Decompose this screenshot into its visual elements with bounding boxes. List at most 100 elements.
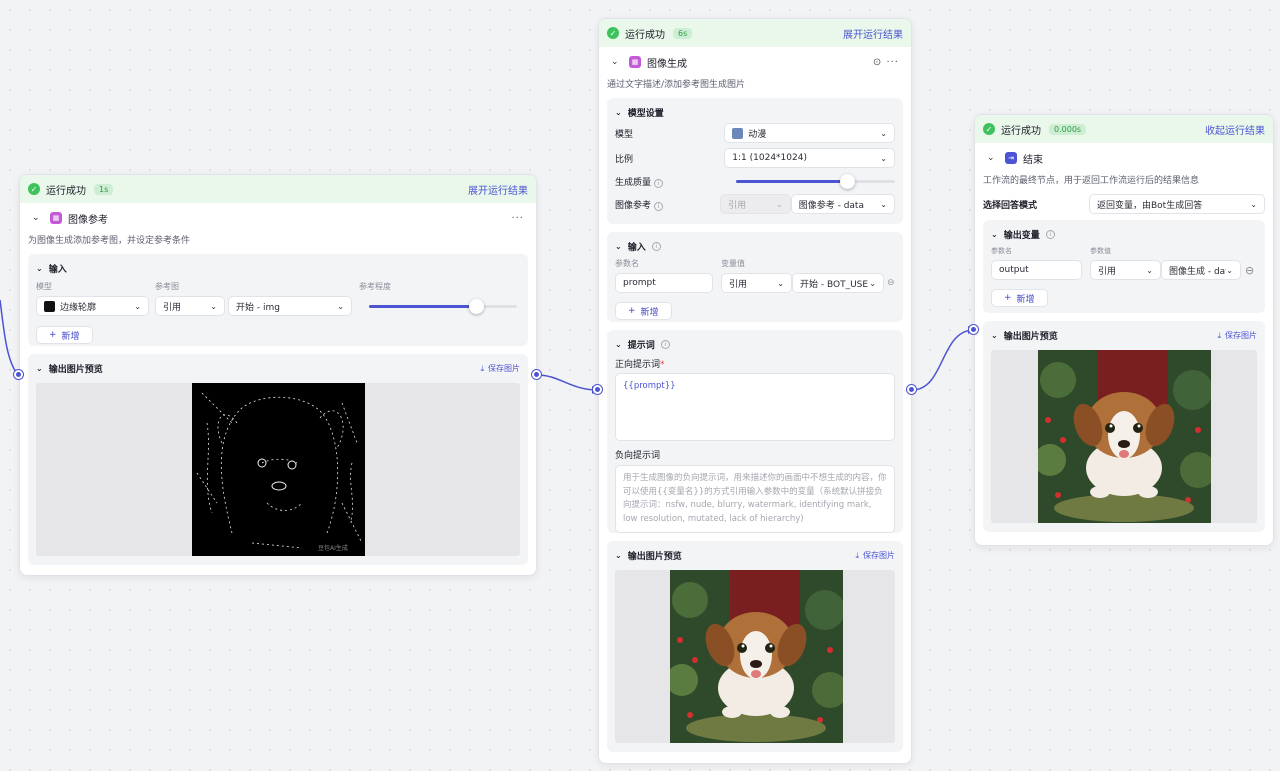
more-icon[interactable]: ··· [511, 213, 524, 224]
info-icon: i [651, 242, 661, 251]
node-image-reference[interactable]: ✓ 运行成功 1s 展开运行结果 ⌄ ▦ 图像参考 ··· 为图像生成添加参考图… [19, 174, 537, 576]
chevron-down-icon: ⌄ [337, 301, 344, 311]
save-image-button[interactable]: ⤓ 保存图片 [480, 363, 520, 374]
section-title-text: 输入 [48, 265, 67, 275]
model-select[interactable]: 边缘轮廓 ⌄ [36, 296, 149, 316]
add-input-button[interactable]: + 新增 [36, 326, 93, 344]
run-icon[interactable]: ⊙ [873, 57, 882, 68]
output-name-input[interactable]: output [991, 260, 1082, 280]
preview-section: ⌄ 输出图片预览 ⤓ 保存图片 [28, 354, 528, 565]
col-label-degree: 参考程度 [359, 282, 391, 291]
label-model: 模型 [615, 129, 634, 140]
add-output-button[interactable]: + 新增 [991, 289, 1048, 307]
label-image-ref-text: 图像参考 [615, 200, 652, 211]
quality-slider-fill [735, 180, 847, 183]
section-title: ⌄ 输出变量 i [991, 228, 1257, 241]
plus-icon: + [1004, 293, 1012, 303]
output-port[interactable] [532, 370, 541, 379]
model-select[interactable]: 动漫 ⌄ [724, 123, 895, 143]
remove-output-icon[interactable]: ⊖ [1245, 264, 1254, 277]
check-icon: ✓ [28, 183, 40, 195]
save-image-button[interactable]: ⤓ 保存图片 [855, 550, 895, 561]
section-title: ⌄ 模型设置 [615, 106, 895, 119]
label-quality-text: 生成质量 [615, 177, 652, 188]
chevron-down-icon[interactable]: ⌄ [615, 551, 622, 560]
output-value-select[interactable]: 图像生成 - data ⌄ [1161, 260, 1241, 280]
negative-prompt-input[interactable]: 用于生成图像的负向提示词，用来描述你的画面中不想生成的内容，你可以使用{{变量名… [615, 465, 895, 533]
chevron-down-icon[interactable]: ⌄ [32, 213, 46, 223]
image-preview [991, 350, 1257, 523]
param-value-select[interactable]: 开始 - BOT_USE ⌄ [792, 273, 884, 293]
toggle-result-link[interactable]: 收起运行结果 [1205, 122, 1265, 137]
image-generation-icon: ▦ [629, 56, 641, 68]
image-ref-type-select[interactable]: 引用 ⌄ [720, 194, 791, 214]
degree-slider[interactable] [369, 296, 517, 316]
image-ref-value-select[interactable]: 图像参考 - data ⌄ [790, 194, 895, 214]
col-label-name: 参数名 [991, 247, 1012, 255]
chevron-down-icon[interactable]: ⌄ [36, 364, 43, 373]
edge-map-image [192, 383, 365, 556]
chevron-down-icon[interactable]: ⌄ [611, 57, 625, 67]
chevron-down-icon[interactable]: ⌄ [615, 340, 622, 349]
chevron-down-icon: ⌄ [880, 128, 887, 138]
node-image-generation[interactable]: ✓ 运行成功 6s 展开运行结果 ⌄ ▦ 图像生成 ⊙ ··· 通过文字描述/添… [598, 18, 912, 764]
ref-type-value: 引用 [163, 302, 182, 313]
add-input-button[interactable]: + 新增 [615, 302, 672, 320]
ratio-select[interactable]: 1:1 (1024*1024) ⌄ [724, 148, 895, 168]
positive-prompt-input[interactable]: {{prompt}} [615, 373, 895, 441]
preview-section: ⌄ 输出图片预览 ⤓ 保存图片 [983, 321, 1265, 532]
section-title-text: 输入 [627, 243, 646, 253]
node-header: ⌄ ⇥ 结束 [975, 143, 1273, 173]
run-status-bar: ✓ 运行成功 6s 展开运行结果 [599, 19, 911, 47]
section-title: ⌄ 提示词 i [615, 338, 895, 351]
param-name-input[interactable]: prompt [615, 273, 713, 293]
download-icon: ⤓ [480, 363, 484, 373]
input-port[interactable] [14, 370, 23, 379]
label-image-ref: 图像参考 i [615, 198, 720, 211]
section-title: ⌄ 输出图片预览 [36, 362, 103, 375]
result-puppy-image [1038, 350, 1211, 523]
section-title-text: 模型设置 [627, 109, 664, 119]
answer-mode-select[interactable]: 返回变量，由Bot生成回答 ⌄ [1089, 194, 1265, 214]
section-title-text: 输出变量 [1003, 231, 1040, 241]
col-label-value: 参数值 [1090, 247, 1111, 255]
ref-type-select[interactable]: 引用 ⌄ [155, 296, 225, 316]
chevron-down-icon: ⌄ [134, 301, 141, 311]
ref-value-select[interactable]: 开始 - img ⌄ [228, 296, 352, 316]
output-type-select[interactable]: 引用 ⌄ [1090, 260, 1161, 280]
toggle-result-link[interactable]: 展开运行结果 [468, 182, 528, 197]
node-title: 图像生成 [647, 58, 687, 70]
node-actions: ⊙ ··· [873, 57, 899, 68]
degree-slider-handle[interactable] [468, 299, 484, 314]
param-type-select[interactable]: 引用 ⌄ [721, 273, 792, 293]
label-ratio: 比例 [615, 154, 634, 165]
info-icon: i [653, 201, 663, 211]
add-label: 新增 [61, 331, 80, 342]
chevron-down-icon[interactable]: ⌄ [991, 331, 998, 340]
toggle-result-link[interactable]: 展开运行结果 [843, 26, 903, 41]
edge-model-icon [44, 300, 55, 312]
save-label: 保存图片 [863, 551, 895, 560]
quality-slider[interactable] [735, 171, 895, 191]
chevron-down-icon[interactable]: ⌄ [987, 153, 1001, 163]
image-preview: 豆包AI生成 [36, 383, 520, 556]
model-settings-section: ⌄ 模型设置 模型 动漫 ⌄ 比例 1:1 (1024*1024) ⌄ 生成质量… [607, 98, 903, 224]
quality-slider-handle[interactable] [839, 174, 855, 189]
info-icon: i [1045, 230, 1055, 239]
node-desc: 工作流的最终节点，用于返回工作流运行后的结果信息 [983, 176, 1200, 186]
remove-param-icon[interactable]: ⊖ [887, 278, 895, 288]
input-port[interactable] [969, 325, 978, 334]
save-image-button[interactable]: ⤓ 保存图片 [1217, 330, 1257, 341]
chevron-down-icon[interactable]: ⌄ [615, 242, 622, 251]
run-status-bar: ✓ 运行成功 0.000s 收起运行结果 [975, 115, 1273, 143]
chevron-down-icon[interactable]: ⌄ [615, 108, 622, 117]
input-port[interactable] [593, 385, 602, 394]
output-port[interactable] [907, 385, 916, 394]
plus-icon: + [628, 306, 636, 316]
chevron-down-icon[interactable]: ⌄ [36, 264, 43, 273]
chevron-down-icon: ⌄ [869, 278, 876, 288]
node-end[interactable]: ✓ 运行成功 0.000s 收起运行结果 ⌄ ⇥ 结束 工作流的最终节点，用于返… [974, 114, 1274, 546]
col-label-value: 变量值 [721, 259, 745, 268]
more-icon[interactable]: ··· [886, 57, 899, 68]
chevron-down-icon[interactable]: ⌄ [991, 230, 998, 239]
